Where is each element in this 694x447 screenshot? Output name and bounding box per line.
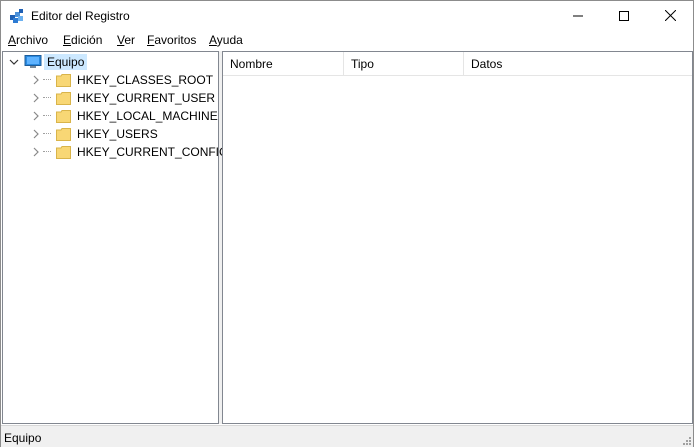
tree-node-hkey-local-machine[interactable]: HKEY_LOCAL_MACHINE bbox=[30, 107, 218, 125]
window-title: Editor del Registro bbox=[31, 9, 130, 23]
folder-icon bbox=[56, 73, 71, 87]
regedit-icon bbox=[10, 9, 23, 23]
column-header-datos[interactable]: Datos bbox=[464, 52, 691, 75]
values-list-pane[interactable]: Nombre Tipo Datos bbox=[222, 51, 693, 424]
chevron-right-icon[interactable] bbox=[30, 110, 42, 122]
minimize-button[interactable] bbox=[555, 1, 601, 30]
tree-node-hkey-current-config[interactable]: HKEY_CURRENT_CONFIG bbox=[30, 143, 228, 161]
menu-ayuda[interactable]: Ayuda bbox=[209, 33, 243, 47]
title-bar[interactable]: Editor del Registro bbox=[1, 1, 693, 30]
tree-node-label: HKEY_CURRENT_CONFIG bbox=[77, 145, 229, 159]
computer-icon bbox=[24, 55, 42, 68]
menu-bar: Archivo Edición Ver Favoritos Ayuda bbox=[1, 30, 693, 50]
tree-node-label: HKEY_CURRENT_USER bbox=[77, 91, 216, 105]
registry-editor-window: Editor del Registro Archivo Edición Ver … bbox=[0, 0, 694, 447]
menu-ver[interactable]: Ver bbox=[117, 33, 135, 47]
menu-edicion[interactable]: Edición bbox=[63, 33, 102, 47]
tree-node-label: HKEY_LOCAL_MACHINE bbox=[77, 109, 218, 123]
chevron-down-icon[interactable] bbox=[8, 56, 20, 68]
status-path: Equipo bbox=[4, 431, 42, 445]
folder-icon bbox=[56, 145, 71, 159]
tree-node-equipo[interactable]: Equipo bbox=[8, 53, 88, 71]
status-bar: Equipo bbox=[1, 425, 693, 447]
maximize-icon bbox=[619, 10, 629, 21]
close-button[interactable] bbox=[647, 1, 693, 30]
column-header-tipo[interactable]: Tipo bbox=[344, 52, 464, 75]
tree-node-hkey-users[interactable]: HKEY_USERS bbox=[30, 125, 158, 143]
chevron-right-icon[interactable] bbox=[30, 74, 42, 86]
column-header-nombre[interactable]: Nombre bbox=[223, 52, 344, 75]
menu-archivo[interactable]: Archivo bbox=[8, 33, 48, 47]
folder-icon bbox=[56, 127, 71, 141]
tree-node-hkey-current-user[interactable]: HKEY_CURRENT_USER bbox=[30, 89, 215, 107]
close-icon bbox=[664, 10, 676, 21]
folder-icon bbox=[56, 109, 71, 123]
tree-node-label: HKEY_USERS bbox=[77, 127, 158, 141]
resize-grip-icon[interactable] bbox=[681, 435, 691, 445]
menu-favoritos[interactable]: Favoritos bbox=[147, 33, 196, 47]
list-header: Nombre Tipo Datos bbox=[223, 52, 692, 76]
tree-pane[interactable]: Equipo HKEY_CLASSES_ROOT HKEY_CURRENT_US… bbox=[2, 51, 228, 424]
chevron-right-icon[interactable] bbox=[30, 146, 42, 158]
tree-node-hkey-classes-root[interactable]: HKEY_CLASSES_ROOT bbox=[30, 71, 213, 89]
minimize-icon bbox=[573, 15, 583, 16]
tree-node-label: HKEY_CLASSES_ROOT bbox=[77, 73, 214, 87]
chevron-right-icon[interactable] bbox=[30, 92, 42, 104]
tree-node-label: Equipo bbox=[44, 54, 88, 70]
folder-icon bbox=[56, 91, 71, 105]
chevron-right-icon[interactable] bbox=[30, 128, 42, 140]
maximize-button[interactable] bbox=[601, 1, 647, 30]
